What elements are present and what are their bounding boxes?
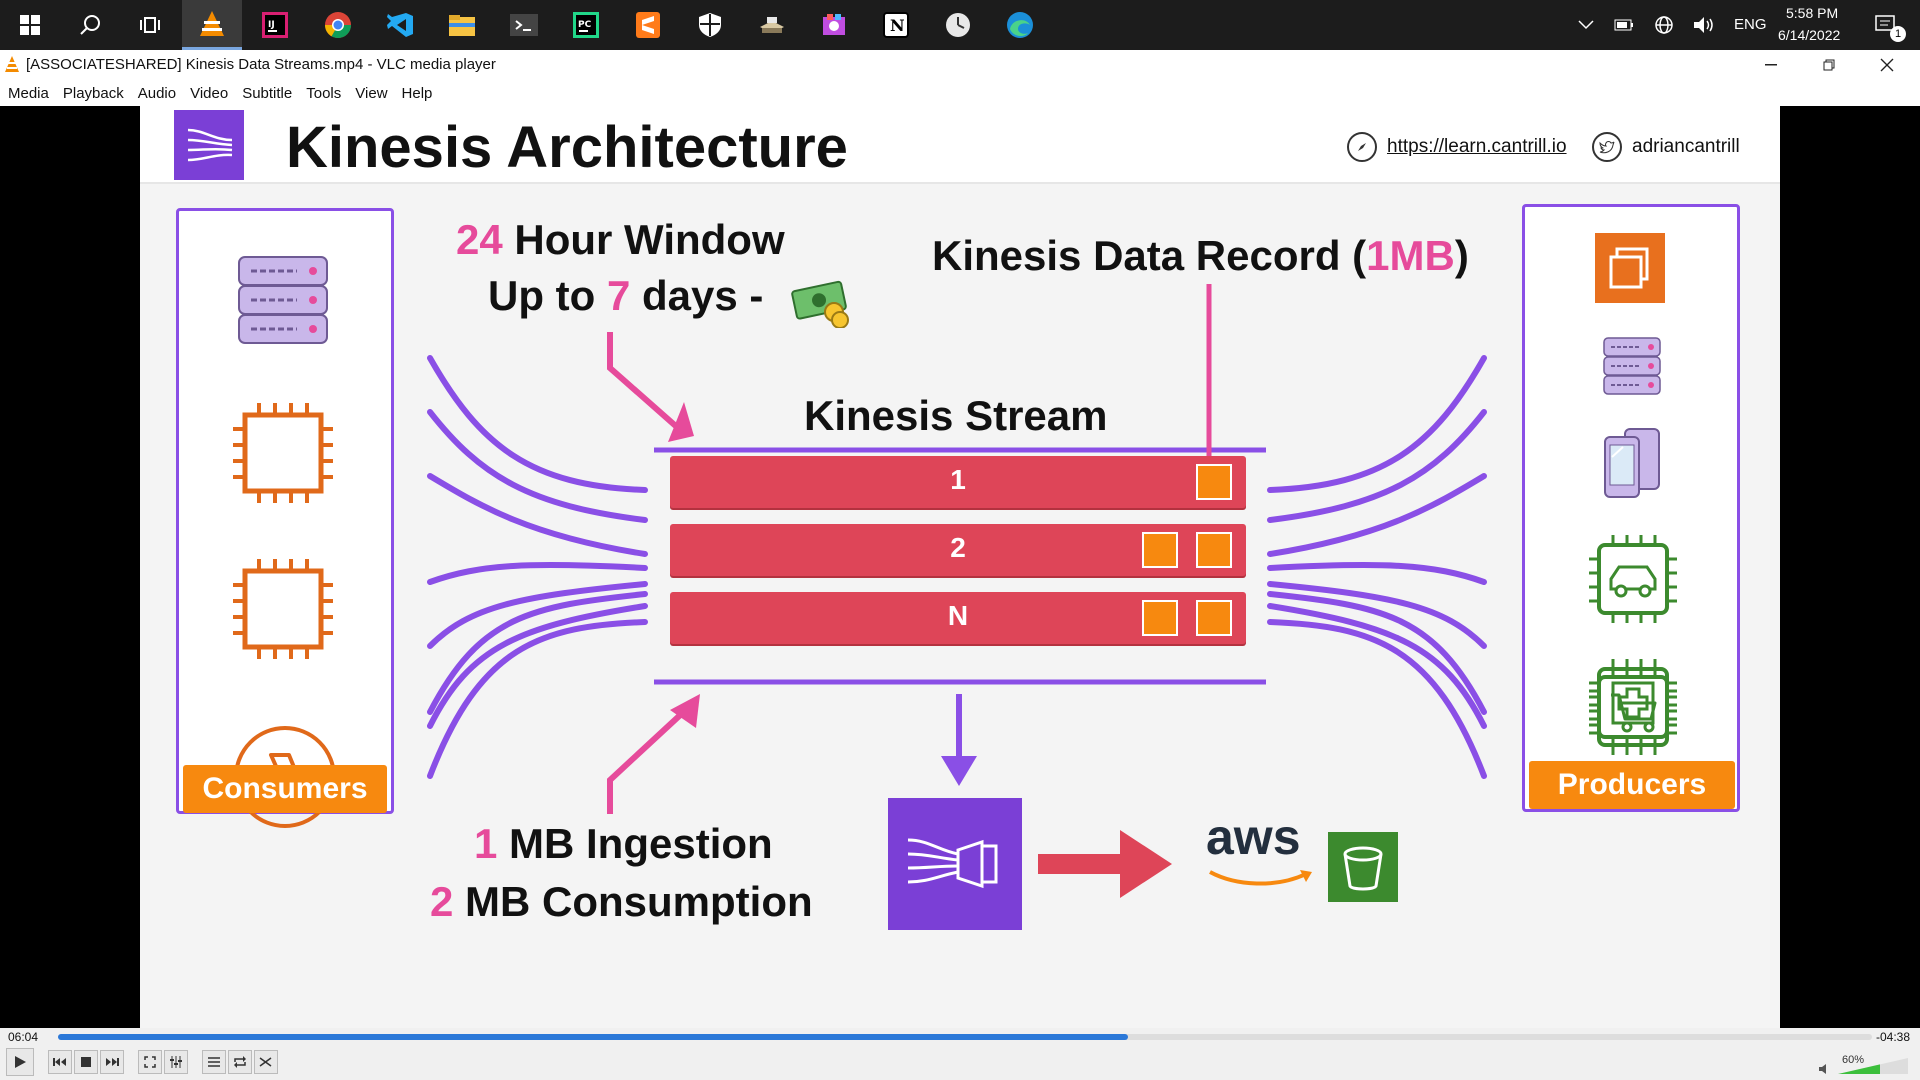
terminal-icon[interactable] xyxy=(494,0,554,50)
data-record-label: Kinesis Data Record ( xyxy=(932,232,1367,279)
firehose-icon xyxy=(888,798,1022,930)
data-record xyxy=(1196,464,1232,500)
ingestion-arrow xyxy=(607,703,693,814)
consumption-value: 2 xyxy=(430,878,454,925)
menu-media[interactable]: Media xyxy=(8,85,49,102)
retention-hours-value: 24 xyxy=(456,216,503,263)
svg-text:IJ: IJ xyxy=(268,20,275,30)
retention-window-text: 24 Hour Window xyxy=(456,216,785,264)
next-icon[interactable] xyxy=(100,1050,124,1074)
sublime-text-icon[interactable] xyxy=(618,0,678,50)
tray-date[interactable]: 6/14/2022 xyxy=(1778,27,1840,43)
aws-smile-icon xyxy=(1206,866,1316,895)
s3-bucket-icon xyxy=(1328,832,1398,902)
svg-text:PC: PC xyxy=(578,20,592,30)
shard-row: 1 xyxy=(670,456,1246,508)
file-explorer-icon[interactable] xyxy=(432,0,492,50)
firehose-arrow-head xyxy=(941,756,977,786)
retention-days-value: 7 xyxy=(606,272,631,319)
equalizer-icon[interactable] xyxy=(164,1050,188,1074)
volume-speaker-icon[interactable] xyxy=(1818,1062,1830,1080)
intellij-icon[interactable]: IJ xyxy=(245,0,305,50)
stream-label: Kinesis Stream xyxy=(804,392,1108,439)
media-app-icon[interactable] xyxy=(804,0,864,50)
s3-arrow xyxy=(1038,830,1172,898)
pycharm-icon[interactable]: PC xyxy=(556,0,616,50)
svg-text:N: N xyxy=(890,16,905,35)
menu-video[interactable]: Video xyxy=(190,85,228,102)
task-view-icon[interactable] xyxy=(120,0,180,50)
window-arrow xyxy=(607,332,680,431)
menu-tools[interactable]: Tools xyxy=(306,85,341,102)
scanner-app-icon[interactable] xyxy=(742,0,802,50)
seek-progress xyxy=(58,1034,1129,1040)
vscode-icon[interactable] xyxy=(370,0,430,50)
minimize-button[interactable] xyxy=(1748,50,1794,80)
stop-icon[interactable] xyxy=(74,1050,98,1074)
aws-logo-text: aws xyxy=(1206,809,1301,865)
retention-days-text: Up to 7 days - xyxy=(488,272,763,320)
elapsed-time: 06:04 xyxy=(8,1030,39,1044)
chrome-icon[interactable] xyxy=(308,0,368,50)
loop-icon[interactable] xyxy=(228,1050,252,1074)
shard-row: 2 xyxy=(670,524,1246,576)
close-button[interactable] xyxy=(1864,50,1910,80)
speaker-icon[interactable] xyxy=(1676,0,1732,50)
search-icon[interactable] xyxy=(60,0,120,50)
data-record-text: Kinesis Data Record (1MB) xyxy=(932,232,1469,280)
fullscreen-icon[interactable] xyxy=(138,1050,162,1074)
consumption-text: 2 MB Consumption xyxy=(430,878,813,926)
producer-flow-lines xyxy=(1267,355,1487,779)
retention-hours-label: Hour Window xyxy=(502,216,785,263)
restore-button[interactable] xyxy=(1806,50,1852,80)
shuffle-icon[interactable] xyxy=(254,1050,278,1074)
retention-days-prefix: Up to xyxy=(488,272,607,319)
menu-view[interactable]: View xyxy=(355,85,387,102)
playlist-icon[interactable] xyxy=(202,1050,226,1074)
volume-level: 60% xyxy=(1842,1054,1865,1066)
vlc-cone-icon xyxy=(4,55,20,78)
tray-time[interactable]: 5:58 PM xyxy=(1786,5,1838,21)
consumer-flow-lines xyxy=(427,355,648,779)
seek-bar[interactable] xyxy=(58,1034,1872,1040)
data-record xyxy=(1142,532,1178,568)
shield-icon[interactable] xyxy=(680,0,740,50)
data-record xyxy=(1142,600,1178,636)
previous-icon[interactable] xyxy=(48,1050,72,1074)
menu-playback[interactable]: Playback xyxy=(63,85,124,102)
menu-audio[interactable]: Audio xyxy=(138,85,176,102)
notion-icon[interactable]: N xyxy=(866,0,926,50)
language-indicator[interactable]: ENG xyxy=(1734,16,1767,33)
menu-subtitle[interactable]: Subtitle xyxy=(242,85,292,102)
video-surface[interactable]: Kinesis Architecture https://learn.cantr… xyxy=(0,106,1920,1028)
retention-days-suffix: days - xyxy=(630,272,764,319)
menu-help[interactable]: Help xyxy=(402,85,433,102)
shard-label: 1 xyxy=(950,464,966,495)
ingestion-label: MB Ingestion xyxy=(497,820,773,867)
remaining-time[interactable]: -04:38 xyxy=(1876,1030,1910,1044)
slide: Kinesis Architecture https://learn.cantr… xyxy=(140,106,1780,1028)
shard-row: N xyxy=(670,592,1246,644)
windows-taskbar: IJ PC N ENG 5:58 PM 6/14/2022 1 xyxy=(0,0,1920,50)
data-record xyxy=(1196,600,1232,636)
data-record-suffix: ) xyxy=(1454,232,1469,279)
player-controls: 06:04 -04:38 60% xyxy=(0,1028,1920,1080)
money-icon xyxy=(790,276,852,333)
notification-count-badge: 1 xyxy=(1890,26,1906,42)
edge-icon[interactable] xyxy=(990,0,1050,50)
play-button[interactable] xyxy=(6,1048,34,1076)
clock-app-icon[interactable] xyxy=(928,0,988,50)
notification-icon[interactable]: 1 xyxy=(1856,0,1916,50)
window-titlebar: [ASSOCIATESHARED] Kinesis Data Streams.m… xyxy=(0,50,1920,80)
data-record-size: 1MB xyxy=(1366,232,1455,279)
ingestion-value: 1 xyxy=(474,820,498,867)
consumption-label: MB Consumption xyxy=(453,878,813,925)
windows-start-icon[interactable] xyxy=(0,0,60,50)
window-title: [ASSOCIATESHARED] Kinesis Data Streams.m… xyxy=(26,56,496,73)
data-record xyxy=(1196,532,1232,568)
menu-bar: Media Playback Audio Video Subtitle Tool… xyxy=(0,80,1920,106)
ingestion-text: 1 MB Ingestion xyxy=(474,820,773,868)
vlc-app-icon[interactable] xyxy=(182,0,242,50)
